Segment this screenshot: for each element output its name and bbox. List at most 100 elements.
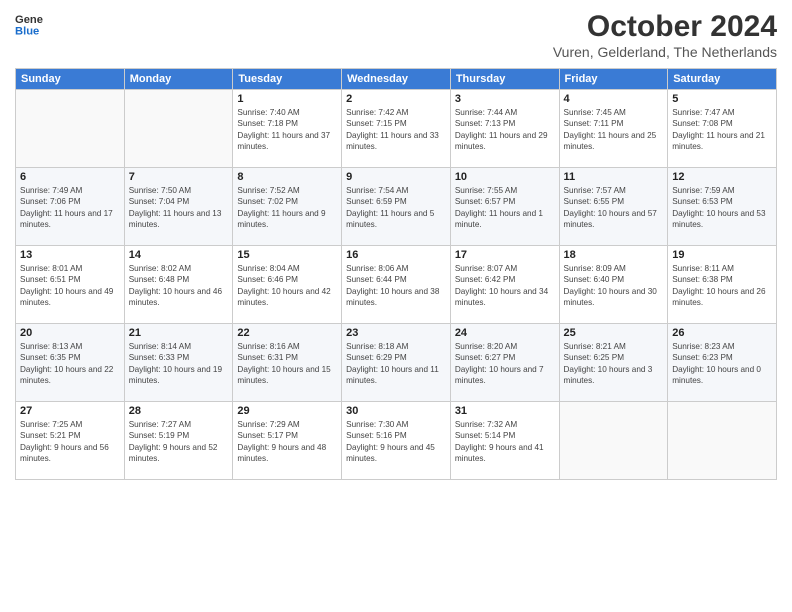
calendar-cell: 8 Sunrise: 7:52 AM Sunset: 7:02 PM Daylig… (233, 168, 342, 246)
calendar-cell (668, 402, 777, 480)
col-wednesday: Wednesday (342, 69, 451, 90)
calendar-cell: 25Sunrise: 8:21 AM Sunset: 6:25 PM Dayli… (559, 324, 668, 402)
day-info: Sunrise: 8:18 AM Sunset: 6:29 PM Dayligh… (346, 341, 446, 387)
logo: General Blue (15, 10, 43, 38)
day-info: Sunrise: 7:47 AM Sunset: 7:08 PM Dayligh… (672, 107, 772, 153)
day-info: Sunrise: 7:40 AM Sunset: 7:18 PM Dayligh… (237, 107, 337, 153)
calendar-cell: 6 Sunrise: 7:49 AM Sunset: 7:06 PM Daylig… (16, 168, 125, 246)
day-info: Sunrise: 7:59 AM Sunset: 6:53 PM Dayligh… (672, 185, 772, 231)
calendar-row-1: 6 Sunrise: 7:49 AM Sunset: 7:06 PM Daylig… (16, 168, 777, 246)
day-number: 11 (564, 171, 664, 183)
day-number: 16 (346, 249, 446, 261)
calendar-cell: 29 Sunrise: 7:29 AM Sunset: 5:17 PM Dayli… (233, 402, 342, 480)
day-info: Sunrise: 7:49 AM Sunset: 7:06 PM Dayligh… (20, 185, 120, 231)
svg-text:General: General (15, 14, 43, 26)
calendar-cell: 14Sunrise: 8:02 AM Sunset: 6:48 PM Dayli… (124, 246, 233, 324)
col-tuesday: Tuesday (233, 69, 342, 90)
day-number: 17 (455, 249, 555, 261)
day-info: Sunrise: 8:21 AM Sunset: 6:25 PM Dayligh… (564, 341, 664, 387)
calendar-cell: 7 Sunrise: 7:50 AM Sunset: 7:04 PM Daylig… (124, 168, 233, 246)
day-info: Sunrise: 7:55 AM Sunset: 6:57 PM Dayligh… (455, 185, 555, 231)
calendar-cell: 20Sunrise: 8:13 AM Sunset: 6:35 PM Dayli… (16, 324, 125, 402)
calendar-cell: 28 Sunrise: 7:27 AM Sunset: 5:19 PM Dayli… (124, 402, 233, 480)
calendar-cell: 11 Sunrise: 7:57 AM Sunset: 6:55 PM Dayli… (559, 168, 668, 246)
calendar-row-0: 1Sunrise: 7:40 AM Sunset: 7:18 PM Daylig… (16, 90, 777, 168)
calendar-cell: 17 Sunrise: 8:07 AM Sunset: 6:42 PM Dayli… (450, 246, 559, 324)
day-info: Sunrise: 8:06 AM Sunset: 6:44 PM Dayligh… (346, 263, 446, 309)
calendar-cell: 26Sunrise: 8:23 AM Sunset: 6:23 PM Dayli… (668, 324, 777, 402)
calendar-cell: 31Sunrise: 7:32 AM Sunset: 5:14 PM Dayli… (450, 402, 559, 480)
day-number: 6 (20, 171, 120, 183)
day-number: 2 (346, 93, 446, 105)
day-info: Sunrise: 7:45 AM Sunset: 7:11 PM Dayligh… (564, 107, 664, 153)
calendar-cell: 10Sunrise: 7:55 AM Sunset: 6:57 PM Dayli… (450, 168, 559, 246)
day-number: 30 (346, 405, 446, 417)
day-number: 3 (455, 93, 555, 105)
day-info: Sunrise: 7:29 AM Sunset: 5:17 PM Dayligh… (237, 419, 337, 465)
calendar-cell: 5 Sunrise: 7:47 AM Sunset: 7:08 PM Daylig… (668, 90, 777, 168)
day-info: Sunrise: 7:52 AM Sunset: 7:02 PM Dayligh… (237, 185, 337, 231)
day-number: 27 (20, 405, 120, 417)
col-thursday: Thursday (450, 69, 559, 90)
day-info: Sunrise: 7:50 AM Sunset: 7:04 PM Dayligh… (129, 185, 229, 231)
calendar-cell: 27 Sunrise: 7:25 AM Sunset: 5:21 PM Dayli… (16, 402, 125, 480)
calendar-cell: 4 Sunrise: 7:45 AM Sunset: 7:11 PM Daylig… (559, 90, 668, 168)
header: General Blue October 2024 Vuren, Gelderl… (15, 10, 777, 60)
calendar-cell (124, 90, 233, 168)
title-block: October 2024 Vuren, Gelderland, The Neth… (553, 10, 777, 60)
day-info: Sunrise: 7:57 AM Sunset: 6:55 PM Dayligh… (564, 185, 664, 231)
day-number: 26 (672, 327, 772, 339)
calendar-cell: 23 Sunrise: 8:18 AM Sunset: 6:29 PM Dayli… (342, 324, 451, 402)
calendar-cell: 9Sunrise: 7:54 AM Sunset: 6:59 PM Daylig… (342, 168, 451, 246)
day-number: 9 (346, 171, 446, 183)
day-info: Sunrise: 8:01 AM Sunset: 6:51 PM Dayligh… (20, 263, 120, 309)
calendar-row-2: 13Sunrise: 8:01 AM Sunset: 6:51 PM Dayli… (16, 246, 777, 324)
day-info: Sunrise: 7:42 AM Sunset: 7:15 PM Dayligh… (346, 107, 446, 153)
calendar-cell: 30 Sunrise: 7:30 AM Sunset: 5:16 PM Dayli… (342, 402, 451, 480)
day-number: 18 (564, 249, 664, 261)
day-number: 7 (129, 171, 229, 183)
svg-text:Blue: Blue (15, 25, 39, 37)
day-info: Sunrise: 7:44 AM Sunset: 7:13 PM Dayligh… (455, 107, 555, 153)
day-number: 4 (564, 93, 664, 105)
day-info: Sunrise: 8:09 AM Sunset: 6:40 PM Dayligh… (564, 263, 664, 309)
day-info: Sunrise: 8:13 AM Sunset: 6:35 PM Dayligh… (20, 341, 120, 387)
col-sunday: Sunday (16, 69, 125, 90)
day-number: 22 (237, 327, 337, 339)
day-info: Sunrise: 8:02 AM Sunset: 6:48 PM Dayligh… (129, 263, 229, 309)
page: General Blue October 2024 Vuren, Gelderl… (0, 0, 792, 612)
calendar-cell: 2 Sunrise: 7:42 AM Sunset: 7:15 PM Daylig… (342, 90, 451, 168)
day-number: 15 (237, 249, 337, 261)
calendar-cell: 24Sunrise: 8:20 AM Sunset: 6:27 PM Dayli… (450, 324, 559, 402)
day-number: 5 (672, 93, 772, 105)
main-title: October 2024 (553, 10, 777, 44)
day-info: Sunrise: 7:30 AM Sunset: 5:16 PM Dayligh… (346, 419, 446, 465)
calendar-row-4: 27 Sunrise: 7:25 AM Sunset: 5:21 PM Dayli… (16, 402, 777, 480)
calendar-cell: 1Sunrise: 7:40 AM Sunset: 7:18 PM Daylig… (233, 90, 342, 168)
logo-icon: General Blue (15, 10, 43, 38)
day-info: Sunrise: 8:04 AM Sunset: 6:46 PM Dayligh… (237, 263, 337, 309)
subtitle: Vuren, Gelderland, The Netherlands (553, 44, 777, 60)
col-monday: Monday (124, 69, 233, 90)
day-info: Sunrise: 8:07 AM Sunset: 6:42 PM Dayligh… (455, 263, 555, 309)
col-friday: Friday (559, 69, 668, 90)
day-info: Sunrise: 7:25 AM Sunset: 5:21 PM Dayligh… (20, 419, 120, 465)
day-number: 28 (129, 405, 229, 417)
calendar-row-3: 20Sunrise: 8:13 AM Sunset: 6:35 PM Dayli… (16, 324, 777, 402)
day-info: Sunrise: 7:27 AM Sunset: 5:19 PM Dayligh… (129, 419, 229, 465)
day-number: 24 (455, 327, 555, 339)
calendar-cell: 18 Sunrise: 8:09 AM Sunset: 6:40 PM Dayli… (559, 246, 668, 324)
calendar-cell: 13Sunrise: 8:01 AM Sunset: 6:51 PM Dayli… (16, 246, 125, 324)
day-info: Sunrise: 8:11 AM Sunset: 6:38 PM Dayligh… (672, 263, 772, 309)
calendar-cell: 19 Sunrise: 8:11 AM Sunset: 6:38 PM Dayli… (668, 246, 777, 324)
calendar-cell: 22 Sunrise: 8:16 AM Sunset: 6:31 PM Dayli… (233, 324, 342, 402)
day-number: 8 (237, 171, 337, 183)
day-info: Sunrise: 8:16 AM Sunset: 6:31 PM Dayligh… (237, 341, 337, 387)
calendar: Sunday Monday Tuesday Wednesday Thursday… (15, 68, 777, 480)
calendar-cell (16, 90, 125, 168)
day-number: 29 (237, 405, 337, 417)
day-number: 23 (346, 327, 446, 339)
day-number: 19 (672, 249, 772, 261)
day-number: 12 (672, 171, 772, 183)
calendar-cell: 15 Sunrise: 8:04 AM Sunset: 6:46 PM Dayli… (233, 246, 342, 324)
